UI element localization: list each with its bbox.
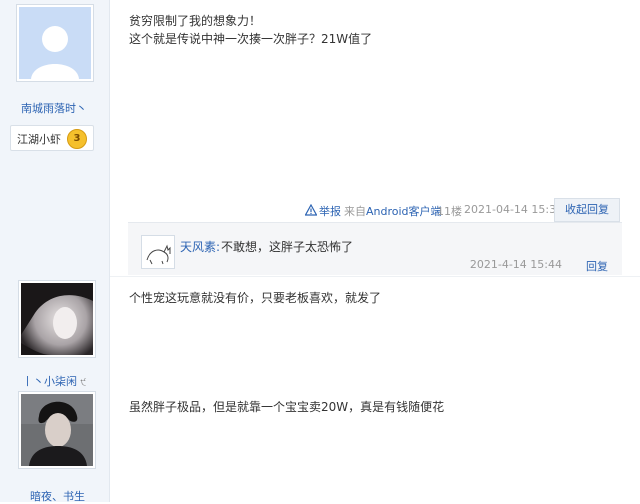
post-divider <box>110 276 640 277</box>
post-line: 贫穷限制了我的想象力！ <box>129 14 262 28</box>
floor-number: 11楼 <box>437 205 462 218</box>
report-link[interactable]: 举报 <box>319 203 341 219</box>
collapse-replies-button[interactable]: 收起回复 <box>554 198 620 222</box>
default-avatar-icon <box>19 7 91 79</box>
level-badge[interactable]: 江湖小虾 3 <box>10 125 94 151</box>
reply-time: 2021-4-14 15:44 <box>469 258 562 271</box>
avatar-post3[interactable] <box>18 391 96 469</box>
post-content-2: 个性宠这玩意就没有价，只要老板喜欢，就发了 <box>129 291 382 305</box>
post-line: 这个就是传说中神一次揍一次胖子？21W值了 <box>129 32 373 46</box>
username-link-post2[interactable]: 丨丶小柒闲 ੯ <box>22 373 86 389</box>
post-content: 贫穷限制了我的想象力！ 这个就是传说中神一次揍一次胖子？21W值了 <box>129 12 372 48</box>
username-text: 丨丶小柒闲 <box>22 375 77 388</box>
post-content-3: 虽然胖子极品，但是就靠一个宝宝卖20W，真是有钱随便花 <box>129 400 445 414</box>
reply-username[interactable]: 天风素: <box>180 238 220 255</box>
client-prefix: 来自 <box>344 205 366 218</box>
avatar-post2[interactable] <box>18 280 96 358</box>
reply-avatar[interactable] <box>141 235 175 269</box>
username-suffix: ੯ <box>80 378 87 388</box>
sketch-cat-icon <box>146 244 171 265</box>
post-time: 2021-04-14 15:38 <box>464 203 564 216</box>
reply-box: 天风素: 不敢想，这胖子太恐怖了 2021-4-14 15:44 回复 <box>128 222 622 275</box>
reply-text: 不敢想，这胖子太恐怖了 <box>221 240 354 254</box>
avatar-default[interactable] <box>16 4 94 82</box>
reply-button[interactable]: 回复 <box>586 258 608 274</box>
report-warning-icon <box>305 204 317 216</box>
user-photo-icon <box>21 283 93 355</box>
username-link[interactable]: 南城雨落时丶 <box>21 100 87 116</box>
user-photo-icon <box>21 394 93 466</box>
level-number-icon: 3 <box>67 129 87 149</box>
post-meta: 举报 来自Android客户端 11楼 2021-04-14 15:38 收起回… <box>300 198 620 222</box>
client-info: 来自Android客户端 <box>344 203 442 219</box>
level-title: 江湖小虾 <box>17 133 61 146</box>
client-link[interactable]: Android客户端 <box>366 205 442 218</box>
